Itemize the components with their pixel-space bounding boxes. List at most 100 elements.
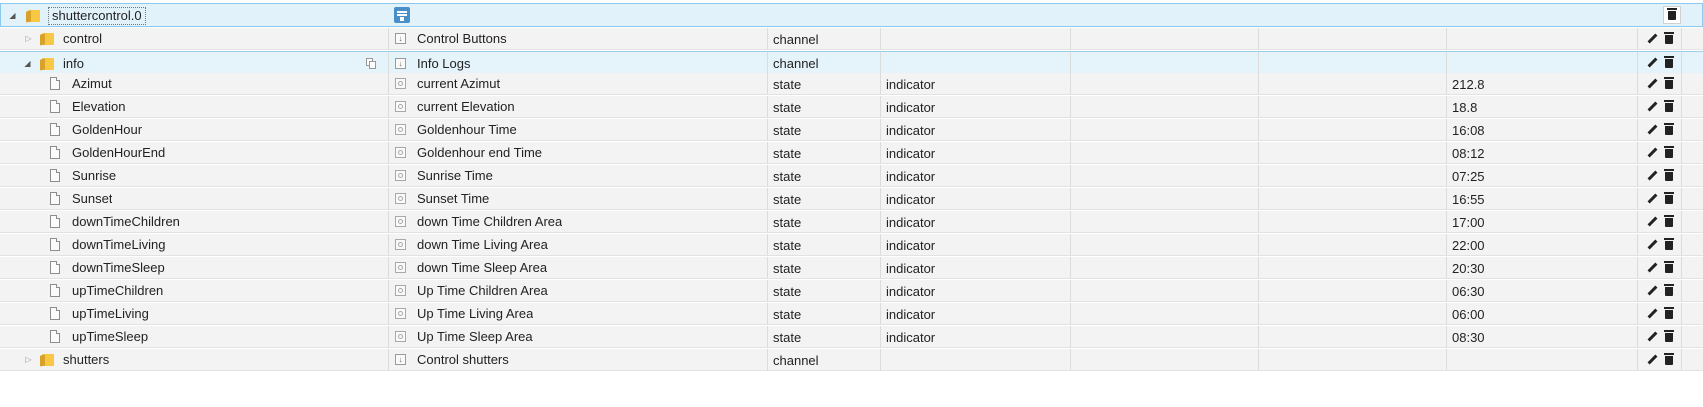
pencil-icon[interactable] [1647, 170, 1657, 182]
object-value-cell[interactable]: 16:55 [1446, 188, 1637, 210]
trash-icon[interactable] [1663, 192, 1674, 205]
row-divider [0, 209, 1703, 210]
object-name: Sunset Time [417, 191, 490, 206]
trash-icon[interactable] [1663, 77, 1674, 90]
tree-row[interactable]: ◢ info ↓ Info Logs channel [0, 51, 1703, 75]
object-value: 16:08 [1452, 122, 1485, 138]
pencil-icon[interactable] [1647, 78, 1657, 90]
trash-icon[interactable] [1663, 261, 1674, 274]
trash-icon[interactable] [1663, 215, 1674, 228]
copy-icon[interactable] [366, 58, 378, 70]
object-id: upTimeChildren [72, 283, 164, 298]
object-value-cell[interactable]: 16:08 [1446, 119, 1637, 141]
pencil-icon[interactable] [1647, 57, 1657, 69]
trash-icon[interactable] [1663, 123, 1674, 136]
pencil-icon[interactable] [1647, 308, 1657, 320]
adapter-icon [394, 7, 410, 23]
trash-icon[interactable] [1663, 238, 1674, 251]
actions-cell [1637, 211, 1681, 233]
object-room-cell [1070, 73, 1258, 95]
pencil-icon[interactable] [1647, 193, 1657, 205]
object-value-cell[interactable]: 07:25 [1446, 165, 1637, 187]
trash-icon[interactable] [1663, 100, 1674, 113]
object-id: Azimut [72, 76, 112, 91]
tree-row[interactable]: upTimeLiving Up Time Living Area state indi… [0, 303, 1703, 325]
object-role-cell: indicator [880, 73, 1070, 95]
tree-row[interactable]: GoldenHour Goldenhour Time state indicator 1… [0, 119, 1703, 141]
object-value-cell[interactable] [1446, 52, 1637, 74]
pencil-icon[interactable] [1647, 101, 1657, 113]
object-value-cell[interactable]: 08:30 [1446, 326, 1637, 348]
trash-icon[interactable] [1663, 284, 1674, 297]
tree-row[interactable]: upTimeChildren Up Time Children Area state… [0, 280, 1703, 302]
pencil-icon[interactable] [1647, 262, 1657, 274]
object-value: 212.8 [1452, 76, 1485, 92]
object-name: Sunrise Time [417, 168, 493, 183]
triangle-right-icon[interactable]: ▷ [24, 355, 33, 364]
object-value-cell[interactable]: 08:12 [1446, 142, 1637, 164]
triangle-right-icon[interactable]: ▷ [24, 34, 33, 43]
tree-row[interactable]: Azimut current Azimut state indicator 212.8 [0, 73, 1703, 95]
filler-cell [1681, 234, 1703, 256]
tree-row[interactable]: Sunset Sunset Time state indicator 16:55 [0, 188, 1703, 210]
object-value: 07:25 [1452, 168, 1485, 184]
pencil-icon[interactable] [1647, 285, 1657, 297]
object-value-cell[interactable] [1446, 28, 1637, 50]
trash-icon[interactable] [1663, 56, 1674, 69]
file-icon [50, 77, 60, 90]
id-cell: Azimut [0, 73, 388, 95]
filler-cell [1681, 303, 1703, 325]
tree-row[interactable]: ▷ control ↓ Control Buttons channel [0, 28, 1703, 50]
object-role: indicator [886, 260, 936, 276]
object-value-cell[interactable]: 18.8 [1446, 96, 1637, 118]
state-icon [395, 78, 406, 89]
pencil-icon[interactable] [1647, 147, 1657, 159]
pencil-icon[interactable] [1647, 331, 1657, 343]
file-icon [50, 284, 60, 297]
object-type: channel [773, 55, 819, 71]
pencil-icon[interactable] [1647, 239, 1657, 251]
object-value-cell[interactable]: 06:00 [1446, 303, 1637, 325]
delete-root-button[interactable] [1663, 6, 1681, 24]
object-function-cell [1258, 234, 1446, 256]
id-cell: Elevation [0, 96, 388, 118]
triangle-down-icon[interactable]: ◢ [23, 59, 32, 68]
tree-row[interactable]: GoldenHourEnd Goldenhour end Time state ind… [0, 142, 1703, 164]
trash-icon[interactable] [1663, 330, 1674, 343]
row-divider [0, 163, 1703, 164]
object-value-cell[interactable]: 06:30 [1446, 280, 1637, 302]
pencil-icon[interactable] [1647, 354, 1657, 366]
tree-row[interactable]: downTimeSleep down Time Sleep Area state in… [0, 257, 1703, 279]
object-value-cell[interactable] [1446, 349, 1637, 371]
object-value-cell[interactable]: 17:00 [1446, 211, 1637, 233]
object-function-cell [1258, 280, 1446, 302]
trash-icon[interactable] [1663, 146, 1674, 159]
object-value-cell[interactable]: 22:00 [1446, 234, 1637, 256]
pencil-icon[interactable] [1647, 124, 1657, 136]
pencil-icon[interactable] [1647, 33, 1657, 45]
tree-row[interactable]: upTimeSleep Up Time Sleep Area state indica… [0, 326, 1703, 348]
trash-icon[interactable] [1663, 353, 1674, 366]
trash-icon[interactable] [1663, 169, 1674, 182]
tree-row[interactable]: downTimeChildren down Time Children Area s… [0, 211, 1703, 233]
object-id: downTimeLiving [72, 237, 166, 252]
tree-row[interactable]: Sunrise Sunrise Time state indicator 07:25 [0, 165, 1703, 187]
tree-row[interactable]: ▷ shutters ↓ Control shutters channel [0, 349, 1703, 371]
tree-row[interactable]: Elevation current Elevation state indicator… [0, 96, 1703, 118]
object-room-cell [1070, 234, 1258, 256]
id-cell: downTimeChildren [0, 211, 388, 233]
object-value-cell[interactable]: 20:30 [1446, 257, 1637, 279]
object-room-cell [1070, 326, 1258, 348]
file-icon [50, 192, 60, 205]
trash-icon[interactable] [1663, 32, 1674, 45]
tree-row-root[interactable]: ◢ shuttercontrol.0 [0, 3, 1703, 27]
triangle-down-icon[interactable]: ◢ [8, 11, 17, 20]
pencil-icon[interactable] [1647, 216, 1657, 228]
object-value-cell[interactable]: 212.8 [1446, 73, 1637, 95]
actions-cell [1637, 280, 1681, 302]
trash-icon[interactable] [1663, 307, 1674, 320]
tree-row[interactable]: downTimeLiving down Time Living Area state… [0, 234, 1703, 256]
id-cell: ◢ info [0, 52, 388, 74]
object-room-cell [1070, 119, 1258, 141]
object-room-cell [1070, 280, 1258, 302]
